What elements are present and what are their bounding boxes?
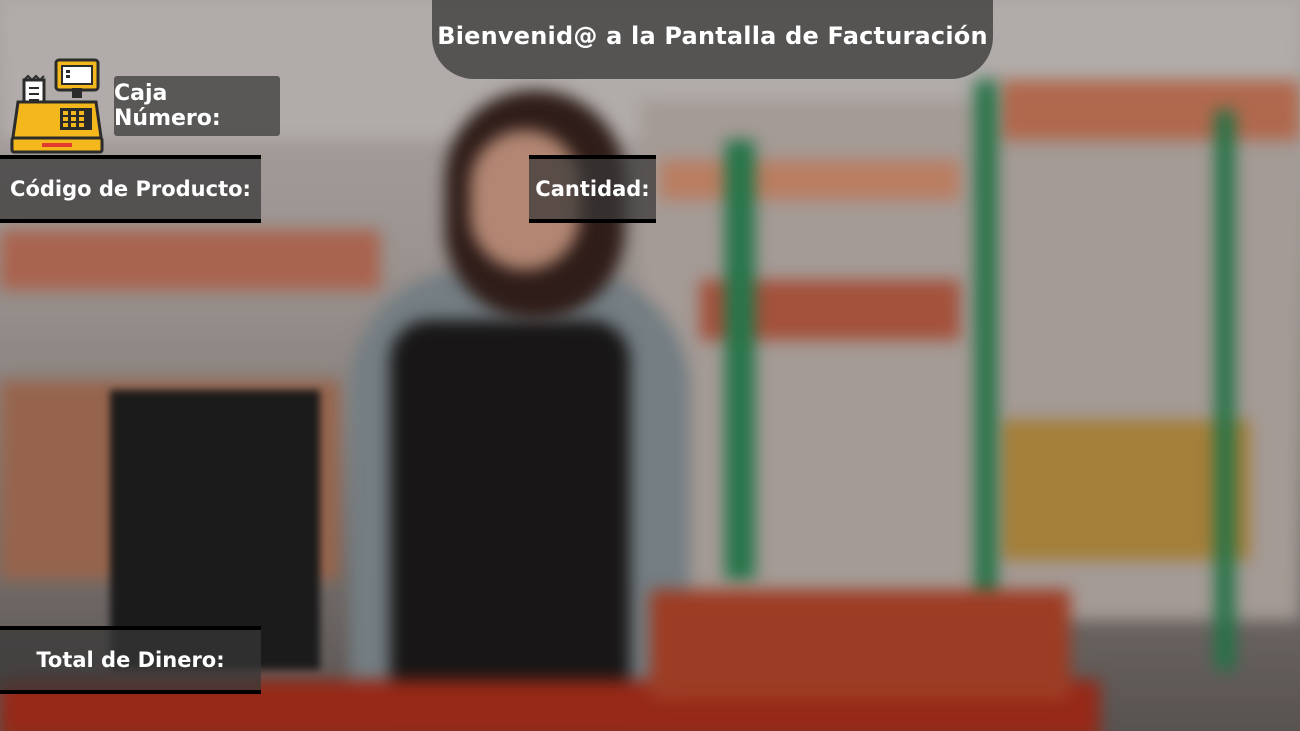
cantidad-label: Cantidad: xyxy=(529,155,656,223)
caja-numero-label: Caja Número: xyxy=(114,76,280,136)
page-title: Bienvenid@ a la Pantalla de Facturación xyxy=(437,21,988,50)
cash-register-icon xyxy=(8,58,106,154)
total-dinero-label: Total de Dinero: xyxy=(0,626,261,694)
welcome-header: Bienvenid@ a la Pantalla de Facturación xyxy=(432,0,993,79)
codigo-producto-label: Código de Producto: xyxy=(0,155,261,223)
